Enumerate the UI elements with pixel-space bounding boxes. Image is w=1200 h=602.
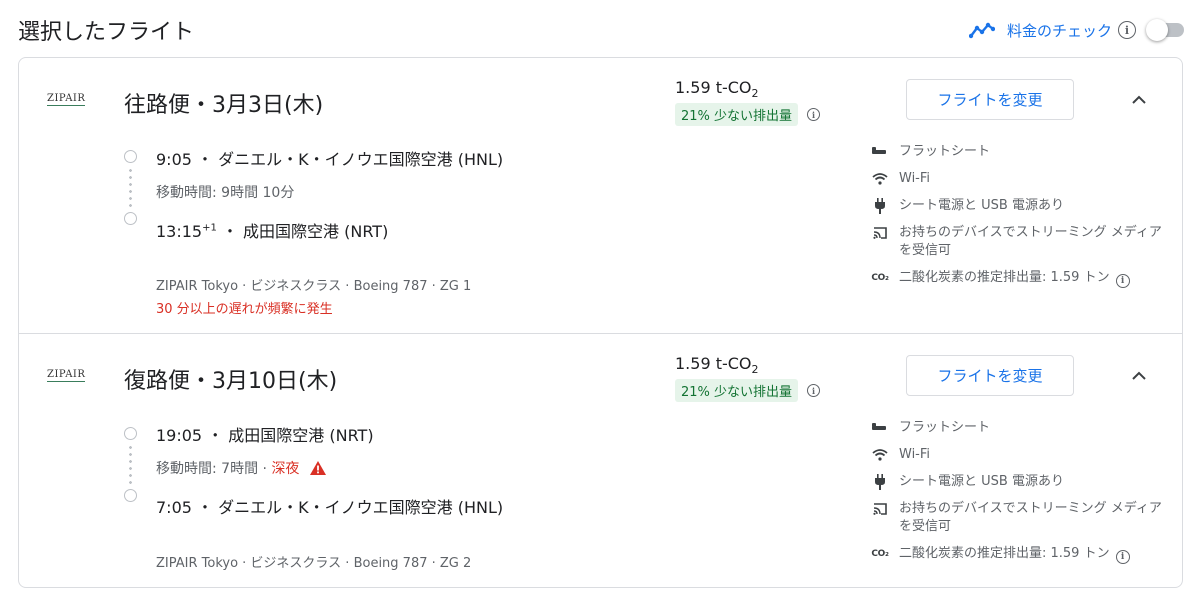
info-icon[interactable]: i xyxy=(1118,21,1136,39)
arrival-stop: 7:05 ・ ダニエル・K・イノウエ国際空港 (HNL) xyxy=(156,498,504,517)
departure-dot-icon xyxy=(124,427,137,440)
airline-logo: ZIPAIR xyxy=(47,369,86,382)
change-flight-button[interactable]: フライトを変更 xyxy=(906,355,1074,396)
power-plug-icon xyxy=(871,197,889,215)
amenities-list: フラットシート Wi-Fi シート電源と USB 電源あり お持ちのデバイスでス… xyxy=(871,143,1171,297)
info-icon[interactable]: i xyxy=(807,108,821,122)
co2-icon: CO₂ xyxy=(871,273,889,283)
amenity-wifi: Wi-Fi xyxy=(871,170,1171,188)
co2-value: 1.59 t-CO2 xyxy=(675,78,759,101)
flat-seat-icon xyxy=(871,419,889,437)
leg-card-return: ZIPAIR 復路便・3月10日(木) 1.59 t-CO2 21% 少ない排出… xyxy=(18,333,1183,588)
co2-summary: 1.59 t-CO2 21% 少ない排出量 i xyxy=(675,78,821,127)
chevron-up-icon[interactable] xyxy=(1129,90,1149,110)
travel-duration: 移動時間: 9時間 10分 xyxy=(156,185,295,201)
amenities-list: フラットシート Wi-Fi シート電源と USB 電源あり お持ちのデバイスでス… xyxy=(871,419,1171,573)
warning-icon xyxy=(309,461,326,475)
delay-warning: 30 分以上の遅れが頻繁に発生 xyxy=(156,302,333,317)
timeline xyxy=(124,150,138,225)
wifi-icon xyxy=(871,446,889,464)
amenity-streaming: お持ちのデバイスでストリーミング メディアを受信可 xyxy=(871,224,1171,260)
toggle-knob xyxy=(1146,19,1168,41)
flight-info: ZIPAIR Tokyo · ビジネスクラス · Boeing 787 · ZG… xyxy=(156,279,472,294)
info-icon[interactable]: i xyxy=(807,384,821,398)
flight-info: ZIPAIR Tokyo · ビジネスクラス · Boeing 787 · ZG… xyxy=(156,556,472,571)
price-tracking-label[interactable]: 料金のチェック xyxy=(1007,20,1112,41)
emissions-badge: 21% 少ない排出量 xyxy=(675,379,799,403)
chevron-up-icon[interactable] xyxy=(1129,366,1149,386)
info-icon[interactable]: i xyxy=(1115,274,1130,288)
departure-stop: 9:05 ・ ダニエル・K・イノウエ国際空港 (HNL) xyxy=(156,150,504,169)
amenity-co2: CO₂ 二酸化炭素の推定排出量: 1.59 トン i xyxy=(871,545,1171,564)
page-title: 選択したフライト xyxy=(18,20,195,45)
departure-stop: 19:05 ・ 成田国際空港 (NRT) xyxy=(156,426,374,445)
co2-summary: 1.59 t-CO2 21% 少ない排出量 i xyxy=(675,354,821,403)
amenity-co2: CO₂ 二酸化炭素の推定排出量: 1.59 トン i xyxy=(871,269,1171,288)
arrival-dot-icon xyxy=(124,212,137,225)
travel-duration: 移動時間: 7時間 · 深夜 xyxy=(156,458,326,478)
arrival-dot-icon xyxy=(124,489,137,502)
flat-seat-icon xyxy=(871,143,889,161)
amenity-power: シート電源と USB 電源あり xyxy=(871,473,1171,491)
overnight-flag: 深夜 xyxy=(271,461,300,477)
wifi-icon xyxy=(871,170,889,188)
departure-dot-icon xyxy=(124,150,137,163)
cast-icon xyxy=(871,224,889,242)
info-icon[interactable]: i xyxy=(1115,550,1130,564)
leg-title: 復路便・3月10日(木) xyxy=(124,369,338,394)
price-tracking[interactable]: 料金のチェック i xyxy=(968,16,1184,44)
price-tracking-toggle[interactable] xyxy=(1146,19,1184,41)
power-plug-icon xyxy=(871,473,889,491)
co2-icon: CO₂ xyxy=(871,549,889,559)
timeline xyxy=(124,427,138,502)
co2-value: 1.59 t-CO2 xyxy=(675,354,759,377)
leg-card-outbound: ZIPAIR 往路便・3月3日(木) 1.59 t-CO2 21% 少ない排出量… xyxy=(18,57,1183,334)
cast-icon xyxy=(871,500,889,518)
trending-line-icon xyxy=(968,22,995,39)
leg-title: 往路便・3月3日(木) xyxy=(124,93,324,118)
amenity-streaming: お持ちのデバイスでストリーミング メディアを受信可 xyxy=(871,500,1171,536)
emissions-badge: 21% 少ない排出量 xyxy=(675,103,799,127)
arrival-stop: 13:15+1 ・ 成田国際空港 (NRT) xyxy=(156,222,389,241)
change-flight-button[interactable]: フライトを変更 xyxy=(906,79,1074,120)
amenity-wifi: Wi-Fi xyxy=(871,446,1171,464)
amenity-seat: フラットシート xyxy=(871,143,1171,161)
amenity-power: シート電源と USB 電源あり xyxy=(871,197,1171,215)
amenity-seat: フラットシート xyxy=(871,419,1171,437)
airline-logo: ZIPAIR xyxy=(47,93,86,106)
